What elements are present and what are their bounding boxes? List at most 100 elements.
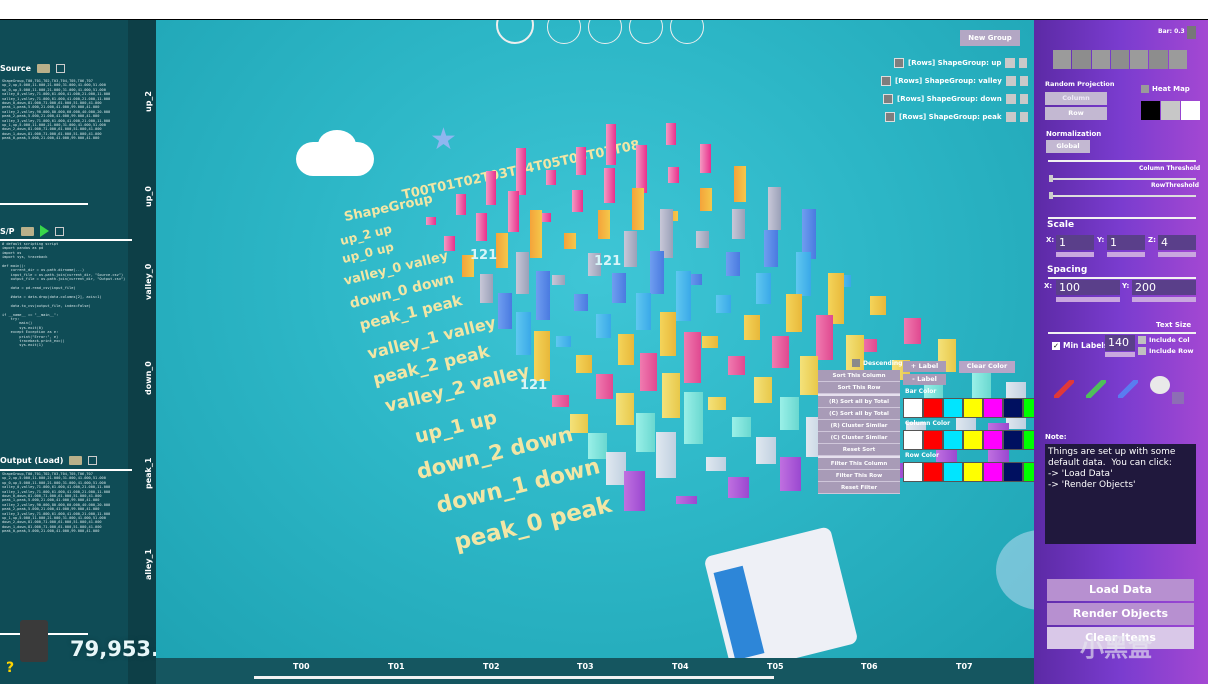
data-bar[interactable]: [716, 294, 731, 313]
color-swatch[interactable]: [923, 430, 943, 450]
data-bar[interactable]: [636, 412, 655, 452]
step-4[interactable]: [629, 20, 663, 44]
text-size-slider[interactable]: [1105, 352, 1135, 357]
data-bar[interactable]: [728, 356, 745, 376]
data-bar[interactable]: [754, 376, 772, 403]
group-row-valley[interactable]: [Rows] ShapeGroup: valley: [881, 76, 1028, 86]
scale-x-input[interactable]: 1: [1056, 235, 1094, 250]
scale-z-input[interactable]: 4: [1158, 235, 1196, 250]
data-bar[interactable]: [732, 209, 745, 240]
scale-y-input[interactable]: 1: [1107, 235, 1145, 250]
timeline-tick[interactable]: T02: [483, 662, 500, 671]
open-external-icon[interactable]: [54, 226, 64, 236]
data-bar[interactable]: [662, 372, 680, 418]
row-button[interactable]: Row: [1045, 107, 1107, 120]
data-bar[interactable]: [606, 452, 626, 485]
color-swatch[interactable]: [903, 462, 923, 482]
spacing-x-input[interactable]: 100: [1056, 280, 1120, 295]
data-bar[interactable]: [444, 236, 455, 251]
data-bar[interactable]: [780, 396, 799, 430]
data-bar[interactable]: [796, 251, 811, 296]
green-pen-icon[interactable]: [1086, 380, 1106, 398]
shape-toolbar[interactable]: [1053, 50, 1187, 69]
data-bar[interactable]: [576, 354, 592, 373]
step-2[interactable]: [547, 20, 581, 44]
blue-pen-icon[interactable]: [1118, 380, 1138, 398]
group-row-down[interactable]: [Rows] ShapeGroup: down: [883, 94, 1028, 104]
data-bar[interactable]: [476, 213, 487, 242]
timeline-bar[interactable]: T00 T01 T02 T03 T04 T05 T06 T07: [156, 658, 1034, 684]
visualization-scene[interactable]: ★ ShapeGroup T00T01T02T03T04T05T06T07T08…: [156, 20, 1034, 658]
timeline-tick[interactable]: T00: [293, 662, 310, 671]
shape-icon[interactable]: [1130, 50, 1149, 69]
timeline-tick[interactable]: T06: [861, 662, 878, 671]
data-bar[interactable]: [684, 332, 701, 384]
sort-rows-total[interactable]: (R) Sort all by Total: [818, 396, 900, 408]
source-editor[interactable]: ShapeGroup,T00,T01,T02,T03,T04,T05,T06,T…: [2, 79, 128, 141]
data-bar[interactable]: [486, 171, 496, 205]
data-bar[interactable]: [618, 333, 634, 365]
data-bar[interactable]: [596, 374, 613, 400]
descending-checkbox[interactable]: [852, 359, 860, 367]
step-1[interactable]: [496, 20, 534, 44]
shape-icon[interactable]: [1053, 50, 1072, 69]
column-threshold-thumb[interactable]: [1049, 175, 1053, 182]
heat-map-toggle[interactable]: Heat Map: [1141, 85, 1190, 93]
data-bar[interactable]: [764, 230, 778, 268]
data-bar[interactable]: [734, 165, 746, 202]
data-bar[interactable]: [786, 293, 802, 332]
color-swatch[interactable]: [923, 462, 943, 482]
tool-option-icon[interactable]: [1172, 392, 1184, 404]
folder-icon[interactable]: [69, 456, 83, 465]
script-editor[interactable]: # default scripting script import pandas…: [2, 242, 128, 372]
data-bar[interactable]: [552, 274, 565, 285]
add-label-button[interactable]: + Label: [903, 361, 946, 372]
trash-icon[interactable]: [20, 620, 48, 662]
cluster-rows[interactable]: (R) Cluster Similar: [818, 420, 900, 432]
heat-color-mid[interactable]: [1161, 101, 1180, 120]
data-bar[interactable]: [726, 252, 740, 277]
sort-cols-total[interactable]: (C) Sort all by Total: [818, 408, 900, 420]
data-bar[interactable]: [684, 392, 703, 445]
spacing-x-slider[interactable]: [1056, 297, 1120, 302]
timeline-tick[interactable]: T05: [767, 662, 784, 671]
data-bar[interactable]: [576, 147, 586, 175]
heat-color-low[interactable]: [1141, 101, 1160, 120]
include-col-toggle[interactable]: Include Col: [1138, 336, 1190, 344]
data-bar[interactable]: [756, 437, 776, 464]
heat-color-high[interactable]: [1181, 101, 1200, 120]
data-bar[interactable]: [496, 232, 508, 268]
data-bar[interactable]: [596, 314, 611, 338]
data-bar[interactable]: [612, 272, 626, 303]
group-checkbox[interactable]: [885, 112, 895, 122]
data-bar[interactable]: [572, 190, 583, 213]
filter-this-row[interactable]: Filter This Row: [818, 470, 900, 482]
color-swatch[interactable]: [963, 430, 983, 450]
chevron-down-icon[interactable]: [1019, 94, 1028, 104]
timeline-scrollbar[interactable]: [254, 676, 774, 679]
color-swatch[interactable]: [1003, 462, 1023, 482]
color-swatch[interactable]: [983, 462, 1003, 482]
min-labels-toggle[interactable]: ✓ Min Labels: [1052, 341, 1108, 350]
timeline-tick[interactable]: T07: [956, 662, 973, 671]
color-swatch[interactable]: [963, 462, 983, 482]
data-bar[interactable]: [606, 124, 616, 165]
color-swatch[interactable]: [1003, 430, 1023, 450]
data-bar[interactable]: [546, 170, 556, 185]
data-bar[interactable]: [728, 476, 749, 498]
text-size-input[interactable]: 140: [1105, 335, 1135, 351]
column-threshold-slider[interactable]: [1050, 178, 1196, 180]
chevron-down-icon[interactable]: [1019, 76, 1028, 86]
group-row-up[interactable]: [Rows] ShapeGroup: up: [894, 58, 1028, 68]
group-checkbox[interactable]: [894, 58, 904, 68]
data-bar[interactable]: [780, 456, 801, 491]
data-bar[interactable]: [708, 397, 726, 411]
group-color-button[interactable]: [1005, 94, 1016, 104]
sort-this-column[interactable]: Sort This Column: [818, 370, 900, 382]
group-color-button[interactable]: [1005, 58, 1016, 68]
data-bar[interactable]: [636, 292, 651, 330]
color-swatch[interactable]: [943, 462, 963, 482]
data-bar[interactable]: [756, 273, 771, 304]
group-color-button[interactable]: [1005, 112, 1016, 122]
data-bar[interactable]: [676, 496, 697, 505]
